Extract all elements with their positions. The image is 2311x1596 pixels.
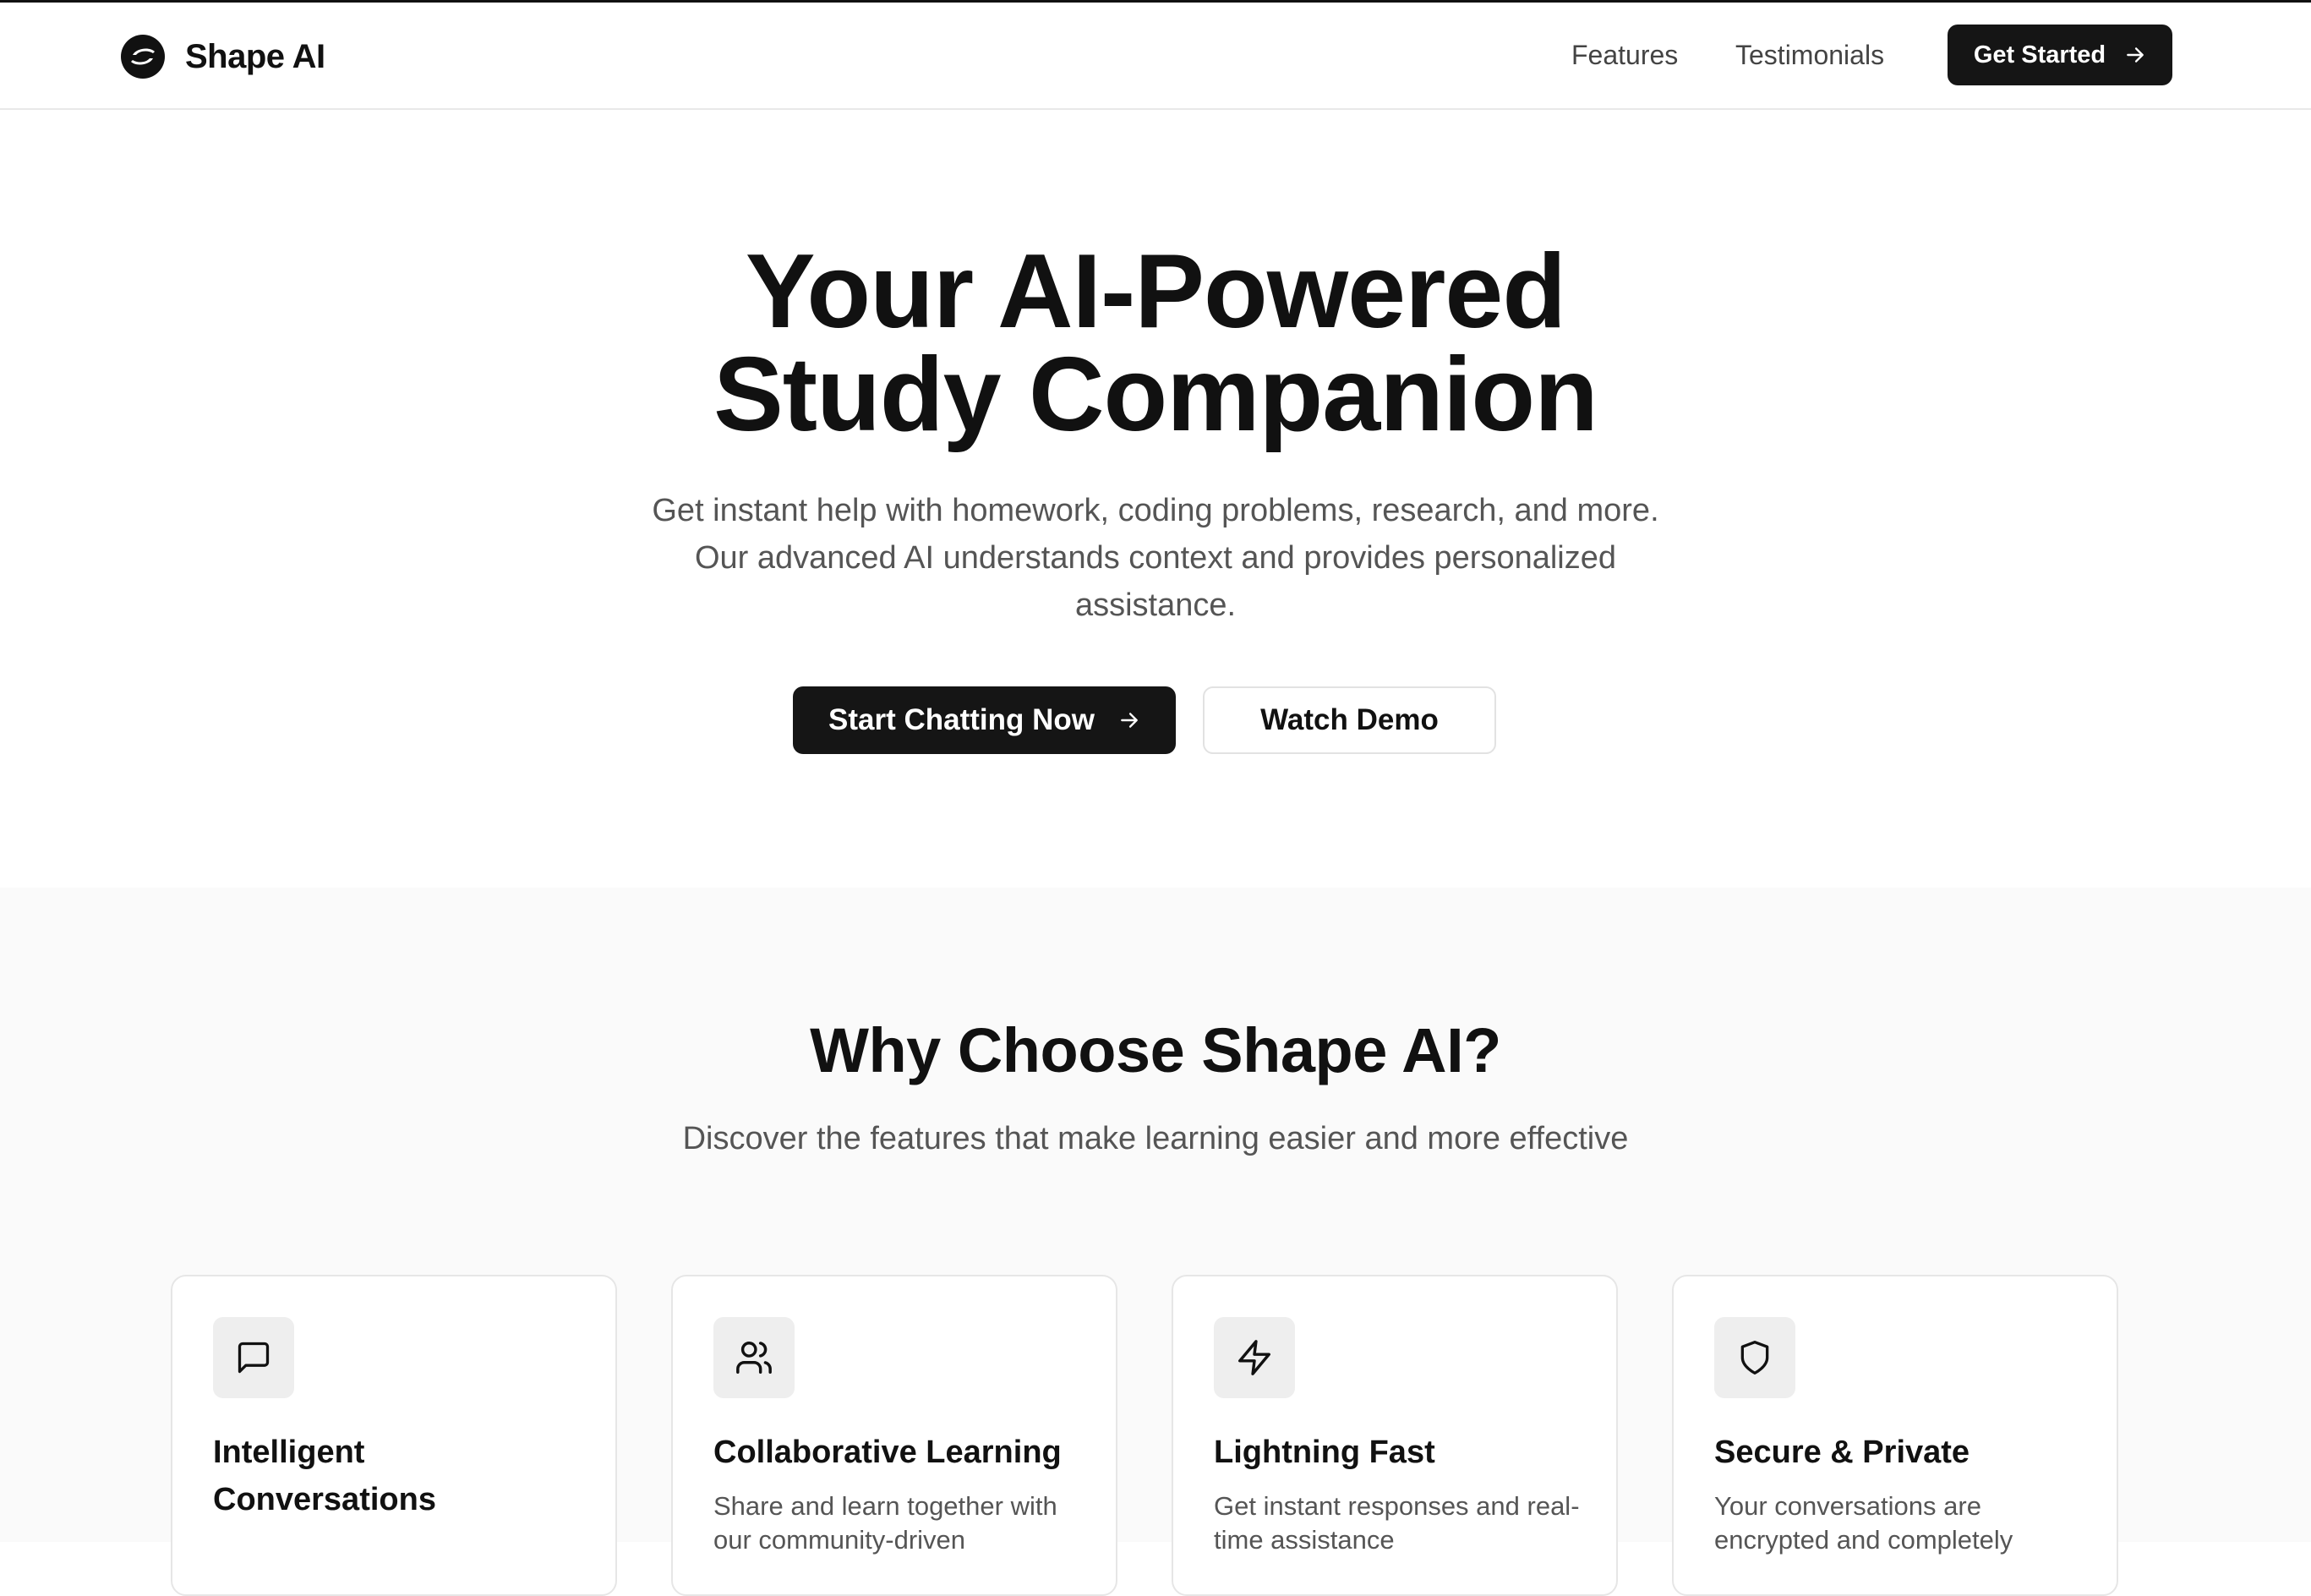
watch-demo-button[interactable]: Watch Demo (1203, 686, 1496, 754)
feature-card-intelligent-conversations: Intelligent Conversations (171, 1275, 617, 1596)
feature-card-title: Secure & Private (1714, 1435, 1970, 1470)
feature-card-title: Lightning Fast (1214, 1435, 1435, 1470)
start-chatting-button[interactable]: Start Chatting Now (793, 686, 1176, 754)
feature-card-description: Your conversations are encrypted and com… (1714, 1491, 2013, 1555)
feature-card-lightning-fast: Lightning Fast Get instant responses and… (1172, 1275, 1618, 1596)
features-subtitle: Discover the features that make learning… (682, 1121, 1629, 1156)
hero-title-line-2: Study Companion (713, 336, 1598, 453)
feature-card-secure-private: Secure & Private Your conversations are … (1672, 1275, 2118, 1596)
feature-card-description: Share and learn together with our commun… (713, 1491, 1057, 1555)
arrow-right-icon (1121, 713, 1138, 728)
feature-card-collaborative-learning: Collaborative Learning Share and learn t… (671, 1275, 1117, 1596)
feature-card-description: Get instant responses and real-time assi… (1214, 1491, 1580, 1555)
card-icon-box (213, 1317, 294, 1398)
shield-icon (1740, 1341, 1769, 1375)
site-header: Shape AI Features Testimonials Get Start… (0, 3, 2311, 110)
brand[interactable]: Shape AI (121, 35, 325, 79)
users-icon (736, 1342, 772, 1374)
hero-title-line-1: Your AI-Powered (745, 233, 1566, 350)
nav-link-features[interactable]: Features (1571, 40, 1678, 71)
arrow-right-icon (2127, 47, 2144, 63)
card-icon-box (1714, 1317, 1795, 1398)
watch-demo-label: Watch Demo (1260, 703, 1439, 736)
features-title: Why Choose Shape AI? (810, 1015, 1501, 1085)
start-chatting-label: Start Chatting Now (828, 703, 1095, 736)
card-icon-box (1214, 1317, 1295, 1398)
features-section: Why Choose Shape AI? Discover the featur… (0, 888, 2311, 1596)
get-started-button[interactable]: Get Started (1948, 25, 2172, 85)
brand-name: Shape AI (185, 37, 325, 75)
feature-card-title: Intelligent Conversations (213, 1435, 436, 1517)
feature-card-title: Collaborative Learning (713, 1435, 1062, 1470)
card-icon-box (713, 1317, 795, 1398)
message-square-icon (238, 1342, 270, 1374)
shape-logo-icon (121, 35, 165, 79)
zap-icon (1238, 1340, 1270, 1375)
nav-link-testimonials[interactable]: Testimonials (1735, 40, 1884, 71)
hero-subtitle: Get instant help with homework, coding p… (652, 493, 1659, 623)
hero-title: Your AI-Powered Study Companion (0, 233, 2311, 453)
get-started-label: Get Started (1973, 41, 2106, 68)
